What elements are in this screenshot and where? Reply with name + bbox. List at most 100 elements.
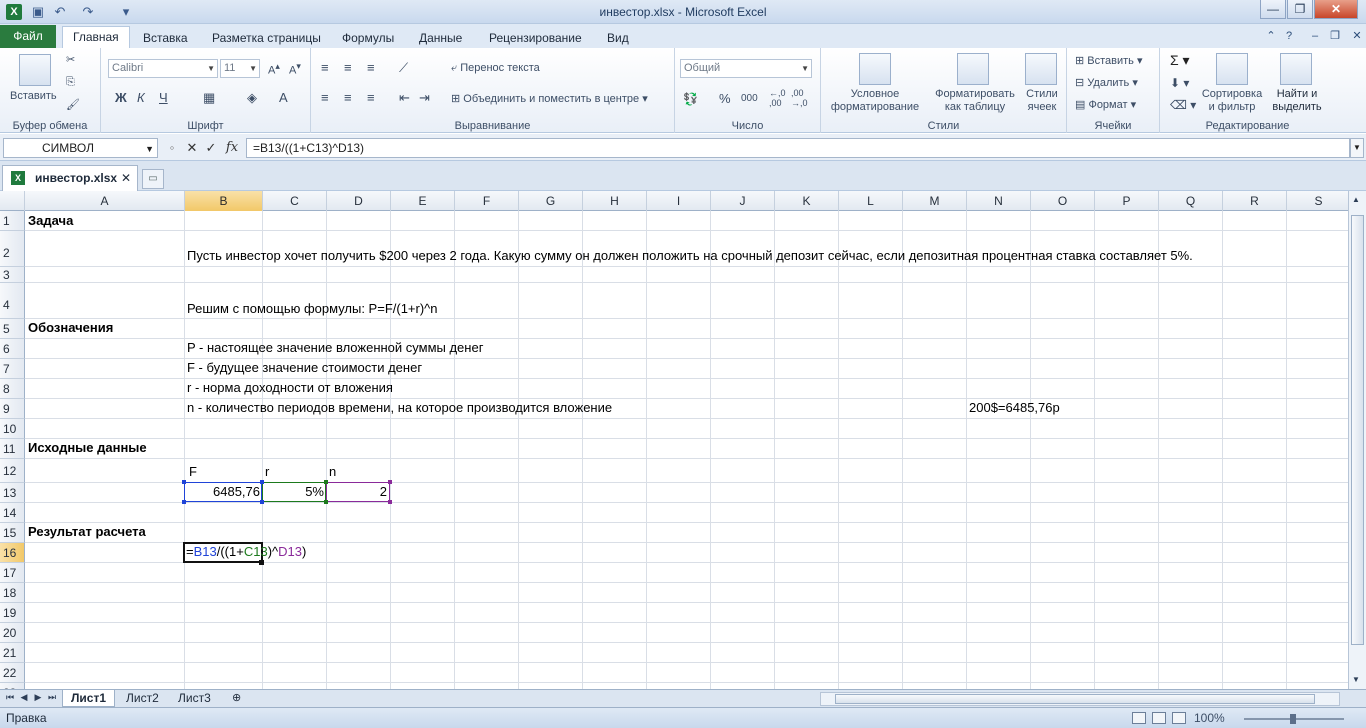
name-box[interactable]: СИМВОЛ ▼ — [3, 138, 158, 158]
ref-handle[interactable] — [182, 480, 186, 484]
last-sheet-icon[interactable]: ⏭ — [46, 692, 58, 703]
increase-decimal-icon[interactable]: ←,0,00 — [769, 88, 786, 108]
shrink-font-icon[interactable]: A▾ — [289, 61, 301, 77]
align-center-icon[interactable]: ≡ — [344, 90, 352, 105]
decrease-indent-icon[interactable]: ⇤ — [399, 90, 410, 106]
italic-button[interactable]: К — [137, 90, 145, 105]
bold-button[interactable]: Ж — [115, 90, 127, 105]
zoom-slider-knob[interactable] — [1290, 714, 1296, 724]
column-header-f[interactable]: F — [455, 191, 519, 211]
orientation-icon[interactable]: ⟋ — [399, 60, 408, 76]
close-document-icon[interactable]: ✕ — [121, 166, 131, 190]
format-as-table-icon[interactable] — [957, 53, 989, 85]
ref-handle[interactable] — [324, 500, 328, 504]
cell-b7[interactable]: F - будущее значение стоимости денег — [187, 361, 422, 375]
ref-handle[interactable] — [388, 480, 392, 484]
enter-formula-icon[interactable]: ✓ — [203, 140, 219, 156]
row-header-12[interactable]: 12 — [0, 459, 25, 483]
format-as-table-button[interactable]: Форматировать как таблицу — [927, 88, 1023, 114]
align-middle-icon[interactable]: ≡ — [344, 60, 352, 75]
paste-icon[interactable] — [19, 54, 51, 86]
column-header-b[interactable]: B — [185, 191, 263, 211]
decrease-decimal-icon[interactable]: ,00 →,0 — [791, 88, 808, 108]
cell-a1[interactable]: Задача — [28, 214, 73, 228]
column-header-d[interactable]: D — [327, 191, 391, 211]
row-header-11[interactable]: 11 — [0, 439, 25, 459]
cut-icon[interactable]: ✂ — [66, 53, 75, 66]
format-cells-button[interactable]: ▤ Формат ▾ — [1075, 98, 1136, 111]
cell-a15[interactable]: Результат расчета — [28, 525, 146, 539]
minimize-button[interactable]: — — [1260, 0, 1286, 19]
column-header-p[interactable]: P — [1095, 191, 1159, 211]
doc-close-icon[interactable]: ✕ — [1350, 29, 1364, 43]
cell-b6[interactable]: P - настоящее значение вложенной суммы д… — [187, 341, 483, 355]
column-header-g[interactable]: G — [519, 191, 583, 211]
row-header-9[interactable]: 9 — [0, 399, 25, 419]
align-top-icon[interactable]: ≡ — [321, 60, 329, 75]
row-header-13[interactable]: 13 — [0, 483, 25, 503]
insert-function-icon[interactable]: fx — [224, 140, 240, 156]
page-break-view-icon[interactable] — [1172, 712, 1186, 724]
row-header-18[interactable]: 18 — [0, 583, 25, 603]
ref-handle[interactable] — [182, 500, 186, 504]
row-header-4[interactable]: 4 — [0, 283, 25, 319]
tab-page-layout[interactable]: Разметка страницы — [212, 28, 321, 48]
cell-b13[interactable]: 6485,76 — [185, 485, 260, 499]
cancel-formula-icon[interactable]: ✕ — [184, 140, 200, 156]
align-right-icon[interactable]: ≡ — [367, 90, 375, 105]
cell-d12[interactable]: n — [329, 465, 336, 479]
row-header-21[interactable]: 21 — [0, 643, 25, 663]
currency-icon[interactable]: 💱 — [683, 92, 698, 106]
column-header-l[interactable]: L — [839, 191, 903, 211]
percent-button[interactable]: % — [719, 91, 731, 106]
document-tab[interactable]: X инвестор.xlsx ✕ — [2, 165, 138, 191]
column-header-e[interactable]: E — [391, 191, 455, 211]
vertical-scrollbar[interactable]: ▲ ▼ — [1348, 191, 1366, 689]
row-header-20[interactable]: 20 — [0, 623, 25, 643]
first-sheet-icon[interactable]: ⏮ — [4, 692, 16, 703]
copy-icon[interactable]: ⎘ — [66, 76, 75, 89]
cell-b2[interactable]: Пусть инвестор хочет получить $200 через… — [187, 249, 1193, 263]
clear-icon[interactable]: ⌫ ▾ — [1170, 98, 1196, 112]
sheet-tab-2[interactable]: Лист2 — [118, 690, 167, 707]
insert-cells-button[interactable]: ⊞ Вставить ▾ — [1075, 54, 1143, 67]
fill-icon[interactable]: ⬇ ▾ — [1170, 76, 1189, 90]
autosum-button[interactable]: Σ ▾ — [1170, 52, 1190, 69]
wrap-text-button[interactable]: ⤶ Перенос текста — [451, 62, 540, 75]
cell-a5[interactable]: Обозначения — [28, 321, 113, 335]
cell-b8[interactable]: r - норма доходности от вложения — [187, 381, 393, 395]
row-header-19[interactable]: 19 — [0, 603, 25, 623]
tab-home[interactable]: Главная — [62, 26, 130, 49]
cell-c12[interactable]: r — [265, 465, 269, 479]
tab-file[interactable]: Файл — [0, 25, 56, 48]
column-header-c[interactable]: C — [263, 191, 327, 211]
row-header-2[interactable]: 2 — [0, 231, 25, 267]
prev-sheet-icon[interactable]: ◀ — [18, 692, 30, 703]
delete-cells-button[interactable]: ⊟ Удалить ▾ — [1075, 76, 1138, 89]
merge-center-button[interactable]: ⊞ Объединить и поместить в центре ▾ — [451, 92, 648, 105]
cell-b4[interactable]: Решим с помощью формулы: P=F/(1+r)^n — [187, 302, 438, 316]
column-header-n[interactable]: N — [967, 191, 1031, 211]
align-bottom-icon[interactable]: ≡ — [367, 60, 375, 75]
horizontal-scroll-thumb[interactable] — [835, 694, 1315, 704]
row-header-10[interactable]: 10 — [0, 419, 25, 439]
formula-input[interactable]: =B13/((1+C13)^D13) — [246, 138, 1350, 158]
vertical-scroll-thumb[interactable] — [1351, 215, 1364, 645]
cell-b9[interactable]: n - количество периодов времени, на кото… — [187, 401, 612, 415]
sheet-tab-3[interactable]: Лист3 — [170, 690, 219, 707]
find-select-button[interactable]: Найти и выделить — [1268, 88, 1326, 114]
normal-view-icon[interactable] — [1132, 712, 1146, 724]
conditional-formatting-button[interactable]: Условное форматирование — [825, 88, 925, 114]
ref-handle[interactable] — [260, 480, 264, 484]
cell-d13[interactable]: 2 — [327, 485, 387, 499]
ref-handle[interactable] — [260, 500, 264, 504]
font-family-select[interactable]: Calibri ▼ — [108, 59, 218, 78]
number-format-select[interactable]: Общий ▼ — [680, 59, 812, 78]
thousands-button[interactable]: 000 — [741, 93, 758, 104]
cell-b16-formula[interactable]: =B13/((1+C13)^D13) — [186, 545, 306, 559]
sort-filter-button[interactable]: Сортировка и фильтр — [1200, 88, 1264, 114]
page-layout-view-icon[interactable] — [1152, 712, 1166, 724]
column-header-o[interactable]: O — [1031, 191, 1095, 211]
column-header-a[interactable]: A — [25, 191, 185, 211]
column-header-r[interactable]: R — [1223, 191, 1287, 211]
